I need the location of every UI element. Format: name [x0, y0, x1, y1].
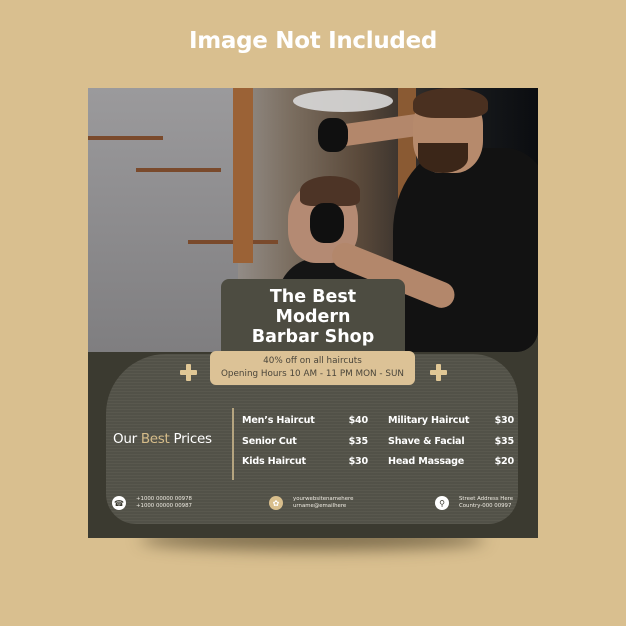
service-name: Shave & Facial — [388, 435, 465, 447]
prices-heading-part1: Our — [113, 431, 141, 447]
price-item: Military Haircut $30 — [388, 415, 514, 436]
divider — [232, 408, 234, 480]
barbershop-flyer: The Best Modern Barbar Shop 40% off on a… — [88, 88, 538, 538]
website: yourwebsitenamehere — [293, 496, 354, 502]
service-price: $30 — [348, 456, 369, 467]
phone-icon: ☎ — [112, 496, 126, 510]
service-price: $40 — [348, 415, 369, 426]
price-item: Men’s Haircut $40 — [242, 415, 368, 436]
service-price: $30 — [494, 415, 515, 426]
price-item: Head Massage $20 — [388, 456, 514, 477]
contact-web: ✿ yourwebsitenamehere urname@emailhere — [269, 496, 353, 510]
globe-icon: ✿ — [269, 496, 283, 510]
service-name: Head Massage — [388, 456, 465, 467]
headline-line-1: The Best — [269, 287, 357, 307]
opening-hours: Opening Hours 10 AM - 11 PM MON - SUN — [221, 368, 404, 379]
service-name: Kids Haircut — [242, 456, 306, 467]
offer-banner: 40% off on all haircuts Opening Hours 10… — [210, 351, 415, 385]
prices-heading: Our Best Prices — [113, 431, 212, 447]
page-title: Image Not Included — [188, 28, 438, 54]
headline-line-2: Modern — [275, 307, 351, 327]
location-pin-icon: ⚲ — [435, 496, 449, 510]
offer-discount: 40% off on all haircuts — [263, 356, 362, 366]
plus-icon — [180, 364, 197, 381]
price-list-left: Men’s Haircut $40 Senior Cut $35 Kids Ha… — [242, 415, 368, 477]
price-item: Kids Haircut $30 — [242, 456, 368, 477]
contact-phone: ☎ +1000 00000 00978 +1000 00000 00987 — [112, 496, 192, 510]
phone-1: +1000 00000 00978 — [136, 496, 192, 502]
contact-address: ⚲ Street Address Here Country-000 00997 — [435, 496, 513, 510]
plus-icon — [430, 364, 447, 381]
price-item: Shave & Facial $35 — [388, 436, 514, 457]
email: urname@emailhere — [293, 503, 347, 509]
headline: The Best Modern Barbar Shop — [221, 279, 405, 355]
country-code: Country-000 00997 — [459, 503, 512, 509]
prices-heading-part2: Prices — [169, 431, 212, 447]
street-address: Street Address Here — [459, 496, 514, 502]
service-name: Military Haircut — [388, 415, 470, 426]
headline-line-3: Barbar Shop — [251, 327, 375, 347]
price-item: Senior Cut $35 — [242, 436, 368, 457]
service-name: Senior Cut — [242, 435, 297, 447]
service-price: $35 — [494, 435, 515, 447]
service-price: $20 — [494, 456, 515, 467]
price-list-right: Military Haircut $30 Shave & Facial $35 … — [388, 415, 514, 477]
prices-heading-accent: Best — [140, 431, 170, 447]
service-name: Men’s Haircut — [242, 415, 315, 426]
service-price: $35 — [348, 435, 369, 447]
phone-2: +1000 00000 00987 — [136, 503, 192, 509]
